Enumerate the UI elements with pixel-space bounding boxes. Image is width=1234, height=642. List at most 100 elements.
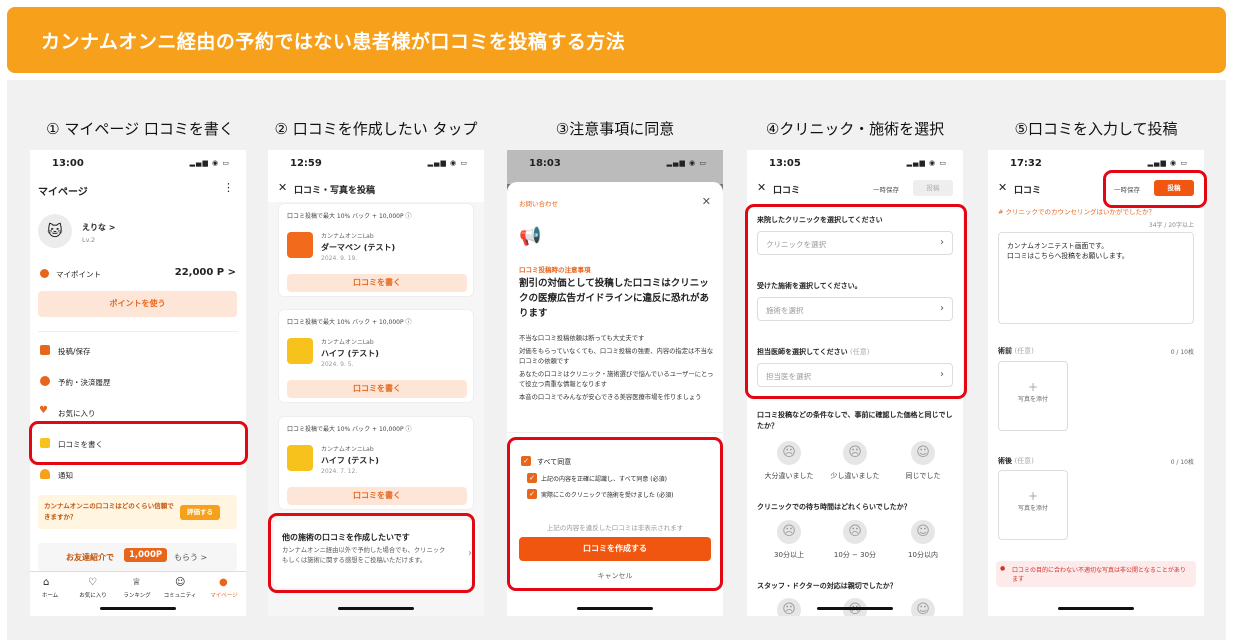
history-icon <box>40 376 50 386</box>
step-1-label: ① マイページ 口コミを書く <box>46 120 234 138</box>
points-label: マイポイント <box>56 270 101 279</box>
status-time: 17:32 <box>1010 158 1042 169</box>
bell-icon <box>40 469 50 479</box>
question-price: 口コミ投稿などの条件なしで、事前に確認した価格と同じでしたか？ <box>757 411 953 430</box>
highlight-write-review <box>29 421 248 465</box>
review-card: 口コミ投稿で最大 10% バック + 10,000P ⓘ カンナムオンニLab … <box>278 309 474 403</box>
save-draft-button[interactable]: 一時保存 <box>873 184 899 194</box>
home-indicator <box>577 607 653 610</box>
points-value[interactable]: 22,000 P > <box>175 267 236 278</box>
write-review-button[interactable]: 口コミを書く <box>287 487 467 505</box>
before-label-text: 術前 <box>998 347 1012 355</box>
title-banner: カンナムオンニ経由の予約ではない患者様が口コミを投稿する方法 <box>7 7 1226 73</box>
inquiry-link[interactable]: お問い合わせ <box>519 198 558 208</box>
referral-pre: お友達紹介で <box>66 553 114 562</box>
megaphone-icon: 📢 <box>519 226 542 247</box>
promo-text: 口コミ投稿で最大 10% バック + 10,000P ⓘ <box>287 426 412 433</box>
close-icon[interactable]: ✕ <box>998 181 1007 194</box>
user-name[interactable]: えりな > <box>82 222 116 233</box>
tab-mypage[interactable]: マイページ <box>206 591 242 599</box>
evaluate-button[interactable]: 評価する <box>180 505 220 520</box>
after-photo-upload[interactable]: + 写真を添付 <box>998 470 1068 540</box>
post-button[interactable]: 投稿 <box>913 180 953 196</box>
face-sad-icon[interactable]: ☹ <box>777 441 801 465</box>
status-bar: 13:05 ▂▄▆ ◉ ▭ <box>747 150 963 176</box>
write-review-button[interactable]: 口コミを書く <box>287 380 467 398</box>
caution-heading: 割引の対価として投稿した口コミはクリニックの医療広告ガイドラインに違反に恐れがあ… <box>519 278 710 319</box>
referral-amount: 1,000P <box>124 548 168 562</box>
face-happy-icon[interactable]: ☺ <box>911 598 935 616</box>
treatment-date: 2024. 7. 12. <box>321 468 358 475</box>
heart-outline-icon: ♡ <box>88 577 97 588</box>
referral-post: もらう > <box>174 553 208 562</box>
menu-item-posts[interactable]: 投稿/保存 <box>58 346 91 357</box>
plus-icon: + <box>1027 489 1039 503</box>
status-bar: 12:59 ▂▄▆ ◉ ▭ <box>268 150 484 176</box>
face-neutral-icon[interactable]: ☹ <box>843 520 867 544</box>
phone-mypage: 13:00 ▂▄▆ ◉ ▭ マイページ ⋮ 🐱 えりな > Lv.2 マイポイント… <box>30 150 246 616</box>
tab-ranking[interactable]: ランキング <box>120 591 154 599</box>
after-label: 術後 (任意) <box>998 456 1034 466</box>
menu-item-favorites[interactable]: お気に入り <box>58 408 96 419</box>
treatment-date: 2024. 9. 19. <box>321 255 358 262</box>
clinic-name: カンナムオンニLab <box>321 446 374 453</box>
step-3-label: ③注意事項に同意 <box>555 120 675 138</box>
review-textarea[interactable]: カンナムオンニテスト画面です。 口コミはこちらへ投稿をお願いします。 <box>998 232 1194 324</box>
menu-item-history[interactable]: 予約・決済履歴 <box>58 377 111 388</box>
close-icon[interactable]: ✕ <box>757 181 766 194</box>
step-2-label: ② 口コミを作成したい タップ <box>274 120 478 138</box>
avatar[interactable]: 🐱 <box>38 214 72 248</box>
clinic-thumbnail <box>287 338 313 364</box>
face-neutral-icon[interactable]: ☹ <box>843 441 867 465</box>
page-title: マイページ <box>38 187 88 198</box>
review-card: 口コミ投稿で最大 10% バック + 10,000P ⓘ カンナムオンニLab … <box>278 416 474 510</box>
face-sad-icon[interactable]: ☹ <box>777 520 801 544</box>
face-happy-icon[interactable]: ☺ <box>911 520 935 544</box>
tab-favorites[interactable]: お気に入り <box>76 591 110 599</box>
before-count: 0 / 10枚 <box>1170 349 1194 356</box>
face-sad-icon[interactable]: ☹ <box>777 598 801 616</box>
menu-item-notifications[interactable]: 通知 <box>58 470 73 481</box>
more-icon[interactable]: ⋮ <box>223 181 234 194</box>
option-label: 10分以内 <box>908 551 938 559</box>
highlight-agreement <box>507 437 723 591</box>
close-icon[interactable]: ✕ <box>702 195 711 208</box>
signal-wifi-battery-icon: ▂▄▆ ◉ ▭ <box>427 159 468 167</box>
before-photo-upload[interactable]: + 写真を添付 <box>998 361 1068 431</box>
use-points-button[interactable]: ポイントを使う <box>38 291 237 317</box>
page-title: 口コミ <box>773 186 801 196</box>
treatment-date: 2024. 9. 5. <box>321 361 354 368</box>
clinic-name: カンナムオンニLab <box>321 339 374 346</box>
home-indicator <box>338 607 414 610</box>
signal-wifi-battery-icon: ▂▄▆ ◉ ▭ <box>666 159 707 167</box>
face-happy-icon[interactable]: ☺ <box>911 441 935 465</box>
option-label: 10分 − 30分 <box>833 551 877 559</box>
status-bar: 13:00 ▂▄▆ ◉ ▭ <box>30 150 246 176</box>
review-trust-text: カンナムオンニの口コミはどのくらい信頼できますか？ <box>44 502 174 521</box>
list-item: 本音の口コミでみんなが安心できる美容医療市場を作りましょう <box>519 394 702 401</box>
option-label: 大分違いました <box>764 472 814 480</box>
plus-icon: + <box>1027 380 1039 394</box>
close-icon[interactable]: ✕ <box>278 181 287 194</box>
home-icon: ⌂ <box>43 577 50 588</box>
status-time: 12:59 <box>290 158 322 169</box>
caution-label: 口コミ投稿時の注意事項 <box>519 266 591 274</box>
points-icon <box>40 269 49 278</box>
tab-home[interactable]: ホーム <box>35 591 65 599</box>
write-review-button[interactable]: 口コミを書く <box>287 274 467 292</box>
tab-community[interactable]: コミュニティ <box>162 591 198 599</box>
trophy-icon: ♕ <box>132 577 141 588</box>
step-4-label: ④クリニック・施術を選択 <box>765 120 945 138</box>
clinic-thumbnail <box>287 445 313 471</box>
photo-warning: 口コミの目的に合わない不適切な写真は非公開となることがあります <box>996 561 1196 587</box>
page: カンナムオンニ経由の予約ではない患者様が口コミを投稿する方法 ① マイページ 口… <box>0 0 1234 642</box>
alert-icon: ● <box>1000 565 1006 572</box>
tabbar-divider <box>30 571 246 572</box>
add-photo-label: 写真を添付 <box>1017 505 1048 512</box>
status-time: 13:00 <box>52 158 84 169</box>
optional-tag: (任意) <box>1014 347 1034 355</box>
page-title: 口コミ <box>1014 186 1042 196</box>
user-level: Lv.2 <box>82 236 96 244</box>
signal-wifi-battery-icon: ▂▄▆ ◉ ▭ <box>906 159 947 167</box>
promo-text: 口コミ投稿で最大 10% バック + 10,000P ⓘ <box>287 213 412 220</box>
